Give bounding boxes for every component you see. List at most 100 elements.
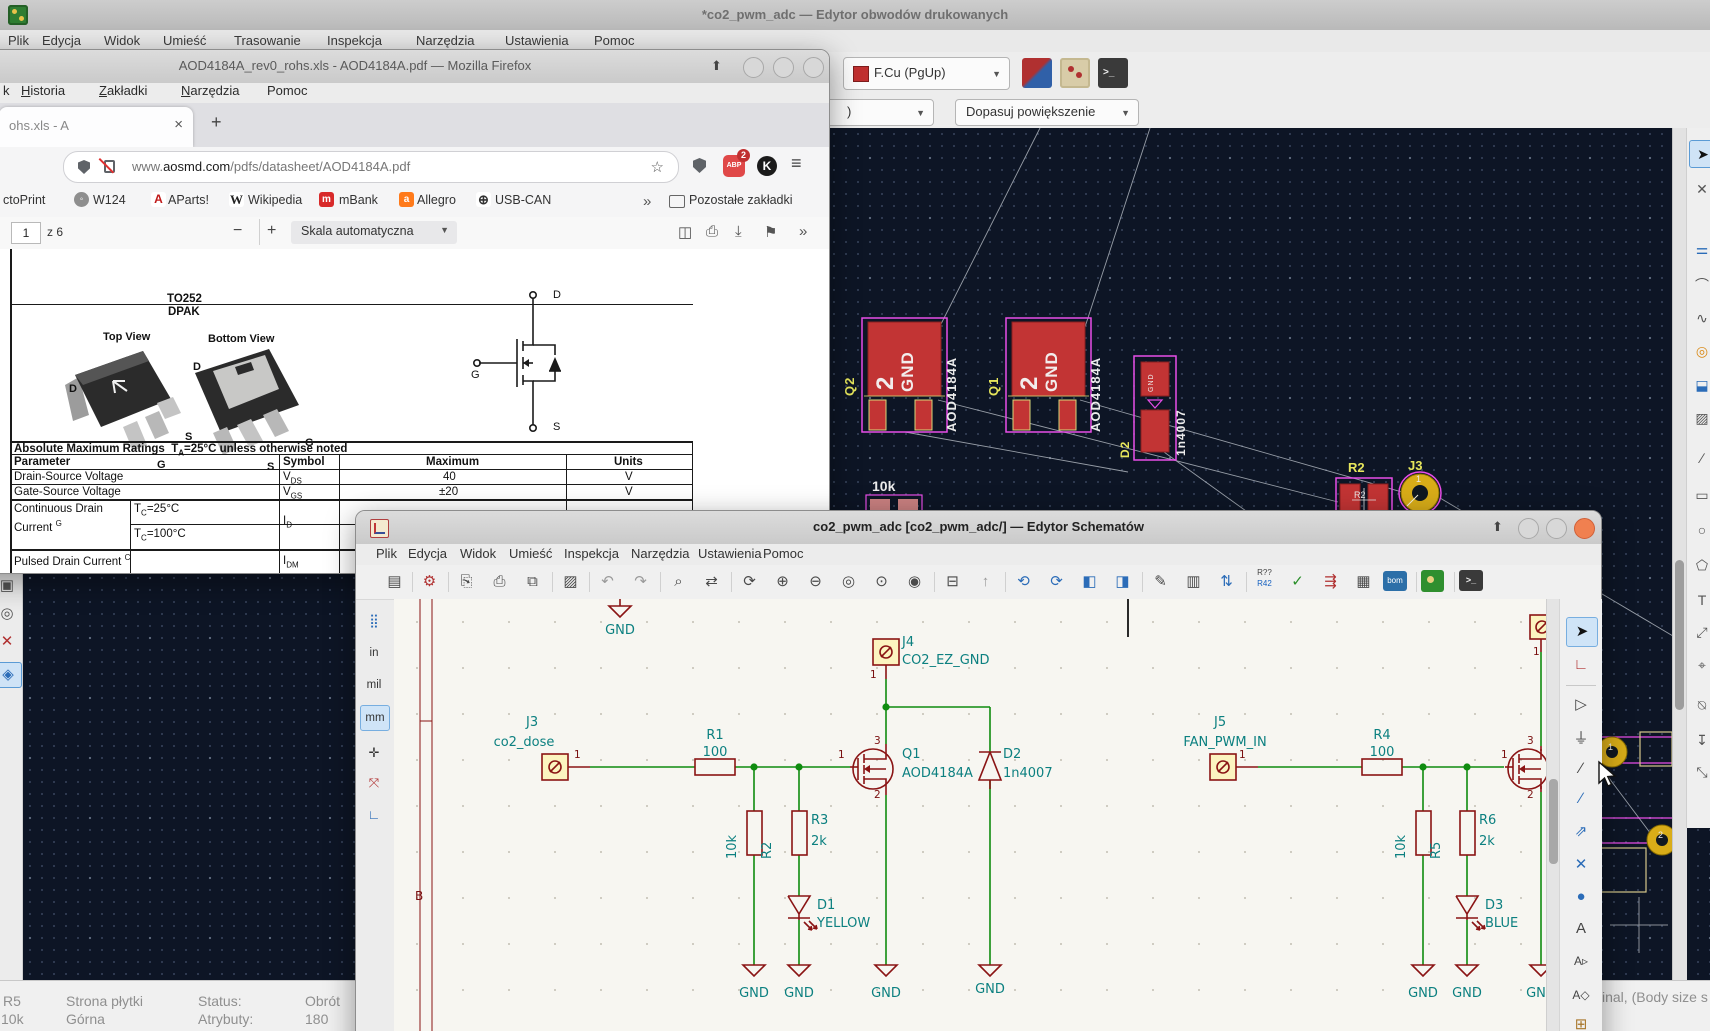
bookmark-wikipedia[interactable]: Wikipedia (248, 193, 302, 207)
sch-menu-ustawienia[interactable]: Ustawienia (698, 546, 762, 561)
console-icon[interactable]: >_ (1459, 570, 1483, 591)
add-bus-icon[interactable]: ∕ (1566, 785, 1596, 813)
pcb-menu-umiesc[interactable]: Umieść (163, 33, 206, 48)
draw-rectangle-icon[interactable]: ▭ (1689, 482, 1710, 508)
pdf-bookmark-icon[interactable]: ⚑ (764, 223, 777, 241)
add-line-icon[interactable]: ∕ (1566, 755, 1596, 783)
delete-tool-icon[interactable]: ⍉ (1689, 692, 1710, 718)
anchor-tool-icon[interactable]: ↧ (1689, 727, 1710, 753)
plot-icon[interactable]: ⧉ (519, 569, 546, 595)
footprint-graphics-icon[interactable] (1060, 58, 1090, 88)
pcb-vertical-scrollbar[interactable] (1672, 128, 1687, 980)
add-wire-icon[interactable]: ∟ (1566, 651, 1596, 679)
tracking-shield-icon[interactable] (78, 160, 90, 174)
zoom-out-icon[interactable]: ⊖ (802, 569, 829, 595)
undo-icon[interactable]: ↶ (594, 569, 621, 595)
schematic-vertical-scrollbar[interactable] (1546, 599, 1560, 1031)
bookmark-other-bookmarks[interactable]: Pozostałe zakładki (689, 193, 793, 207)
bookmark-usbcan[interactable]: USB-CAN (495, 193, 551, 207)
new-tab-button[interactable]: + (211, 112, 222, 133)
add-sheet-icon[interactable]: ⊞ (1566, 1011, 1596, 1031)
add-label-icon[interactable]: A▹ (1566, 947, 1596, 975)
pcb-menu-edycja[interactable]: Edycja (42, 33, 81, 48)
maximize-button[interactable] (773, 57, 794, 78)
firefox-titlebar[interactable]: AOD4184A_rev0_rohs.xls - AOD4184A.pdf — … (0, 50, 829, 84)
bom-icon[interactable]: bom (1383, 571, 1407, 591)
settings-icon[interactable]: ⚙ (416, 569, 443, 595)
minimize-button[interactable] (743, 57, 764, 78)
layers-manager-icon[interactable]: ◈ (0, 662, 22, 688)
url-text[interactable]: www.aosmd.com/pdfs/datasheet/AOD4184A.pd… (132, 159, 410, 174)
maximize-button[interactable] (1546, 518, 1567, 539)
bookmark-w124[interactable]: W124 (93, 193, 126, 207)
sch-select-tool-icon[interactable]: ➤ (1566, 617, 1598, 647)
add-dimension-icon[interactable]: ⤢ (1689, 619, 1710, 645)
units-mils-button[interactable]: mil (360, 673, 388, 697)
pdf-tools-chevron-icon[interactable]: » (799, 223, 807, 240)
ratsnest-toggle-icon[interactable]: ✕ (0, 630, 20, 654)
units-mm-button[interactable]: mm (360, 705, 390, 731)
find-replace-icon[interactable]: ⇄ (698, 569, 725, 595)
tab-close-icon[interactable]: × (174, 116, 183, 133)
sch-menu-inspekcja[interactable]: Inspekcja (564, 546, 619, 561)
mirror-h-icon[interactable]: ◧ (1076, 569, 1103, 595)
pcb-window-titlebar[interactable]: *co2_pwm_adc — Edytor obwodów drukowanyc… (0, 0, 1710, 31)
leave-sheet-icon[interactable]: ↑ (972, 569, 999, 595)
pcb-menu-ustawienia[interactable]: Ustawienia (505, 33, 569, 48)
hamburger-menu-icon[interactable]: ≡ (791, 153, 802, 174)
bookmark-mbank[interactable]: mBank (339, 193, 378, 207)
hidden-pins-icon[interactable]: ⤧ (360, 771, 388, 795)
hv-wires-icon[interactable]: ∟ (360, 803, 388, 827)
pdf-print-icon[interactable]: ⎙ (706, 223, 718, 240)
add-junction-icon[interactable]: ● (1566, 883, 1596, 911)
bookmarks-overflow-chevron[interactable]: » (643, 193, 651, 210)
layer-pair-icon[interactable] (1022, 58, 1052, 88)
via-display-icon[interactable]: ◎ (0, 602, 20, 626)
open-pcb-icon[interactable] (1421, 570, 1444, 592)
print-icon[interactable]: ⎙ (486, 569, 513, 595)
units-inches-button[interactable]: in (360, 641, 388, 665)
page-settings-icon[interactable]: ⎘ (453, 569, 480, 595)
zoom-objects-icon[interactable]: ◉ (901, 569, 928, 595)
sch-menu-edycja[interactable]: Edycja (408, 546, 447, 561)
window-pin-icon[interactable]: ⬆ (711, 58, 722, 74)
active-tab[interactable]: ohs.xls - A × (0, 107, 193, 147)
sch-menu-narzedzia[interactable]: Narzędzia (631, 546, 690, 561)
rotate-cw-icon[interactable]: ⟳ (1043, 569, 1070, 595)
firefox-menu-pomoc[interactable]: Pomoc (267, 83, 307, 98)
pdf-download-icon[interactable]: ⤓ (735, 223, 742, 240)
zoom-in-icon[interactable]: ⊕ (769, 569, 796, 595)
add-bus-entry-icon[interactable]: ⇗ (1566, 818, 1596, 846)
zoom-selection-icon[interactable]: ⊙ (868, 569, 895, 595)
pcb-layer-selector[interactable]: F.Cu (PgUp) ▼ (843, 57, 1010, 90)
update-symbols-icon[interactable]: ⇅ (1213, 569, 1240, 595)
add-text-icon[interactable]: T (1689, 587, 1710, 613)
firefox-menu-historia[interactable]: Historia (21, 83, 65, 98)
pcb-local-ratsnest-icon[interactable]: ✕ (1689, 176, 1710, 202)
no-connect-icon[interactable]: ✕ (1566, 851, 1596, 879)
paste-icon[interactable]: ▨ (557, 569, 584, 595)
pcb-menu-narzedzia[interactable]: Narzędzia (416, 33, 475, 48)
bookmark-allegro[interactable]: Allegro (417, 193, 456, 207)
grid-toggle-icon[interactable]: ⣿ (360, 609, 388, 633)
save-button[interactable]: ▤ (381, 569, 408, 595)
route-track-icon[interactable]: ⌒ (1689, 272, 1710, 298)
pcb-zoom-selector[interactable]: Dopasuj powiększenie ▼ (955, 99, 1139, 126)
close-button[interactable] (1574, 518, 1595, 539)
schematic-canvas[interactable]: B GND J3 co2_dose 1 R1 100 10k R2 R3 2k … (394, 599, 1546, 1031)
schematic-scrollbar-thumb[interactable] (1549, 779, 1558, 864)
pcb-menu-plik[interactable]: Plik (8, 33, 29, 48)
firefox-menu-zakladki[interactable]: Zakładki (99, 83, 147, 98)
add-via-icon[interactable]: ◎ (1689, 338, 1710, 364)
zoom-fit-icon[interactable]: ◎ (835, 569, 862, 595)
add-symbol-icon[interactable]: ▷ (1566, 691, 1596, 719)
find-icon[interactable]: ⌕ (665, 569, 692, 595)
pcb-scrollbar-thumb[interactable] (1675, 560, 1684, 710)
sch-menu-widok[interactable]: Widok (460, 546, 496, 561)
sch-menu-pomoc[interactable]: Pomoc (763, 546, 803, 561)
pdf-presentation-icon[interactable]: ◫ (678, 223, 692, 241)
footprint-mode-icon[interactable]: ▣ (0, 574, 20, 598)
drill-origin-icon[interactable]: ⌖ (1689, 652, 1710, 678)
pdf-scale-selector[interactable]: Skala automatyczna ▼ (291, 221, 457, 244)
url-bar[interactable]: www.aosmd.com/pdfs/datasheet/AOD4184A.pd… (63, 151, 679, 183)
